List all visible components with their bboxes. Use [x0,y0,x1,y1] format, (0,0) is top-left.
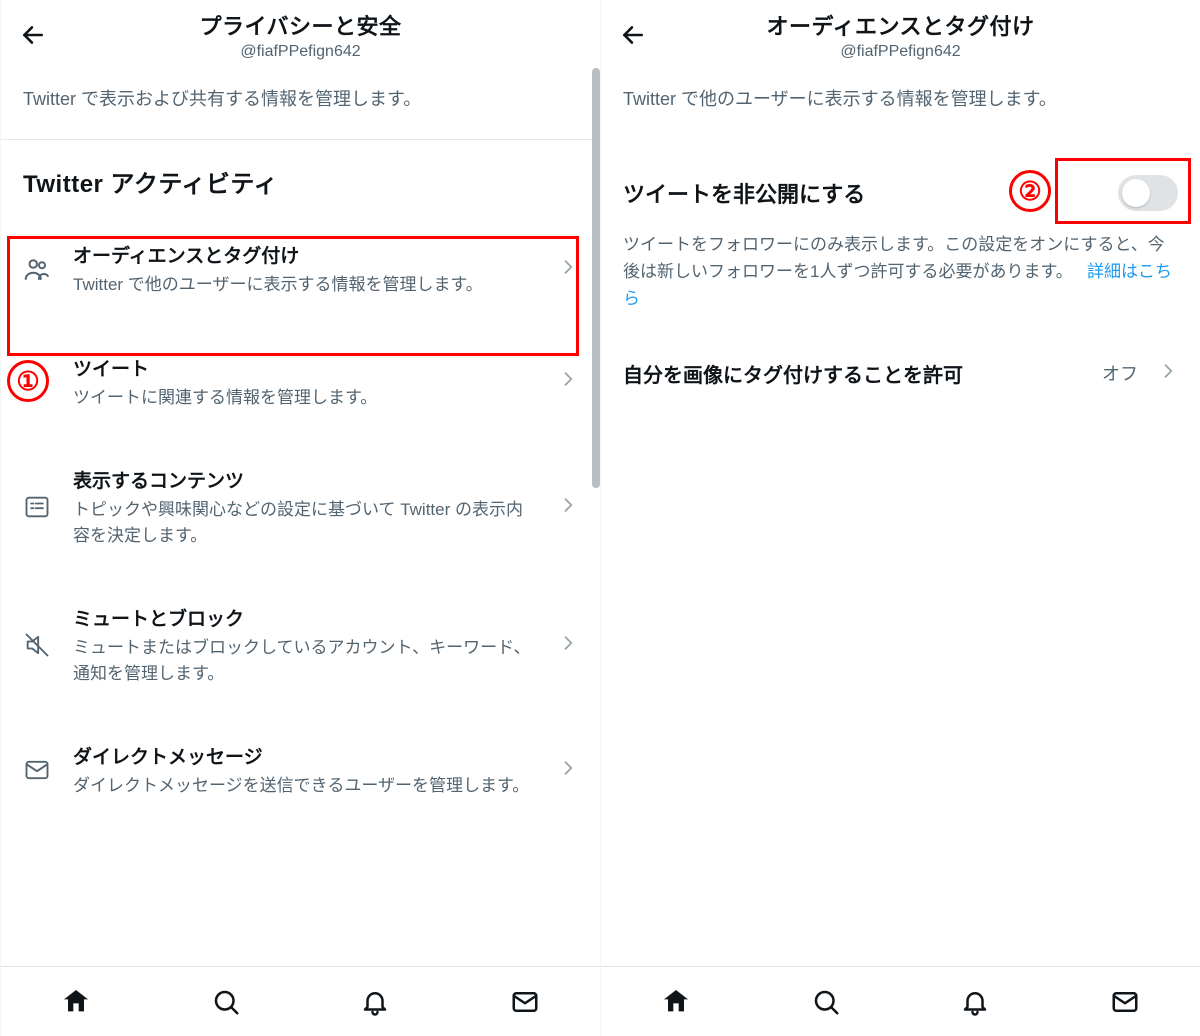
chevron-right-icon [1150,361,1178,386]
item-label: オーディエンスとタグ付け [73,241,536,268]
envelope-icon [19,756,55,784]
list-box-icon [19,493,55,521]
item-label: ダイレクトメッセージ [73,742,536,769]
item-label: ミュートとブロック [73,604,536,631]
mute-icon [19,631,55,659]
item-content: ダイレクトメッセージ ダイレクトメッセージを送信できるユーザーを管理します。 [73,742,536,799]
protect-tweets-desc: ツイートをフォロワーにのみ表示します。この設定をオンにすると、今後は新しいフォロ… [601,225,1200,335]
intro-text: Twitter で表示および共有する情報を管理します。 [1,68,600,139]
chevron-right-icon [554,257,582,282]
intro-text: Twitter で他のユーザーに表示する情報を管理します。 [601,68,1200,139]
item-mute-block[interactable]: ミュートとブロック ミュートまたはブロックしているアカウント、キーワード、通知を… [1,576,600,714]
photo-tagging-row[interactable]: 自分を画像にタグ付けすることを許可 オフ [601,335,1200,412]
pencil-icon [19,368,55,396]
item-desc: ダイレクトメッセージを送信できるユーザーを管理します。 [73,773,536,799]
nav-messages[interactable] [1050,967,1200,1036]
envelope-icon [510,987,540,1017]
item-label: 表示するコンテンツ [73,466,536,493]
nav-home[interactable] [1,967,151,1036]
bottom-nav [1,966,600,1036]
nav-notifications[interactable] [301,967,451,1036]
nav-search[interactable] [751,967,901,1036]
title-block: オーディエンスとタグ付け @fiafPPefign642 [611,9,1190,61]
user-handle: @fiafPPefign642 [611,43,1190,61]
item-content: ツイート ツイートに関連する情報を管理します。 [73,354,536,411]
header: プライバシーと安全 @fiafPPefign642 [1,0,600,68]
page-title: オーディエンスとタグ付け [611,9,1190,41]
chevron-right-icon [554,495,582,520]
home-icon [660,986,692,1018]
protect-desc-text: ツイートをフォロワーにのみ表示します。この設定をオンにすると、今後は新しいフォロ… [623,235,1165,281]
chevron-right-icon [554,758,582,783]
protect-tweets-toggle[interactable] [1118,175,1178,211]
item-content: ミュートとブロック ミュートまたはブロックしているアカウント、キーワード、通知を… [73,604,536,686]
scrollbar[interactable] [592,68,600,488]
item-content-you-see[interactable]: 表示するコンテンツ トピックや興味関心などの設定に基づいて Twitter の表… [1,438,600,576]
protect-tweets-label: ツイートを非公開にする [623,177,1106,209]
item-tweets[interactable]: ツイート ツイートに関連する情報を管理します。 [1,326,600,439]
nav-messages[interactable] [450,967,600,1036]
nav-home[interactable] [601,967,751,1036]
section-title: Twitter アクティビティ [1,140,600,213]
item-audience-tagging[interactable]: オーディエンスとタグ付け Twitter で他のユーザーに表示する情報を管理しま… [1,213,600,326]
home-icon [60,986,92,1018]
item-label: ツイート [73,354,536,381]
nav-search[interactable] [151,967,301,1036]
search-icon [211,987,241,1017]
page-title: プライバシーと安全 [11,9,590,41]
item-direct-messages[interactable]: ダイレクトメッセージ ダイレクトメッセージを送信できるユーザーを管理します。 [1,714,600,827]
bell-icon [960,987,990,1017]
bell-icon [360,987,390,1017]
envelope-icon [1110,987,1140,1017]
item-desc: ミュートまたはブロックしているアカウント、キーワード、通知を管理します。 [73,635,536,686]
search-icon [811,987,841,1017]
item-content: オーディエンスとタグ付け Twitter で他のユーザーに表示する情報を管理しま… [73,241,536,298]
item-desc: ツイートに関連する情報を管理します。 [73,385,536,411]
toggle-knob [1122,179,1150,207]
privacy-safety-pane: プライバシーと安全 @fiafPPefign642 Twitter で表示および… [0,0,600,1036]
item-desc: トピックや興味関心などの設定に基づいて Twitter の表示内容を決定します。 [73,497,536,548]
nav-notifications[interactable] [901,967,1051,1036]
protect-tweets-row: ツイートを非公開にする [601,139,1200,225]
user-handle: @fiafPPefign642 [11,43,590,61]
photo-tagging-value: オフ [1102,360,1138,386]
bottom-nav [601,966,1200,1036]
header: オーディエンスとタグ付け @fiafPPefign642 [601,0,1200,68]
chevron-right-icon [554,633,582,658]
item-content: 表示するコンテンツ トピックや興味関心などの設定に基づいて Twitter の表… [73,466,536,548]
title-block: プライバシーと安全 @fiafPPefign642 [11,9,590,61]
chevron-right-icon [554,369,582,394]
item-desc: Twitter で他のユーザーに表示する情報を管理します。 [73,272,536,298]
people-icon [19,254,55,284]
photo-tagging-label: 自分を画像にタグ付けすることを許可 [623,359,1090,388]
audience-tagging-pane: オーディエンスとタグ付け @fiafPPefign642 Twitter で他の… [600,0,1200,1036]
